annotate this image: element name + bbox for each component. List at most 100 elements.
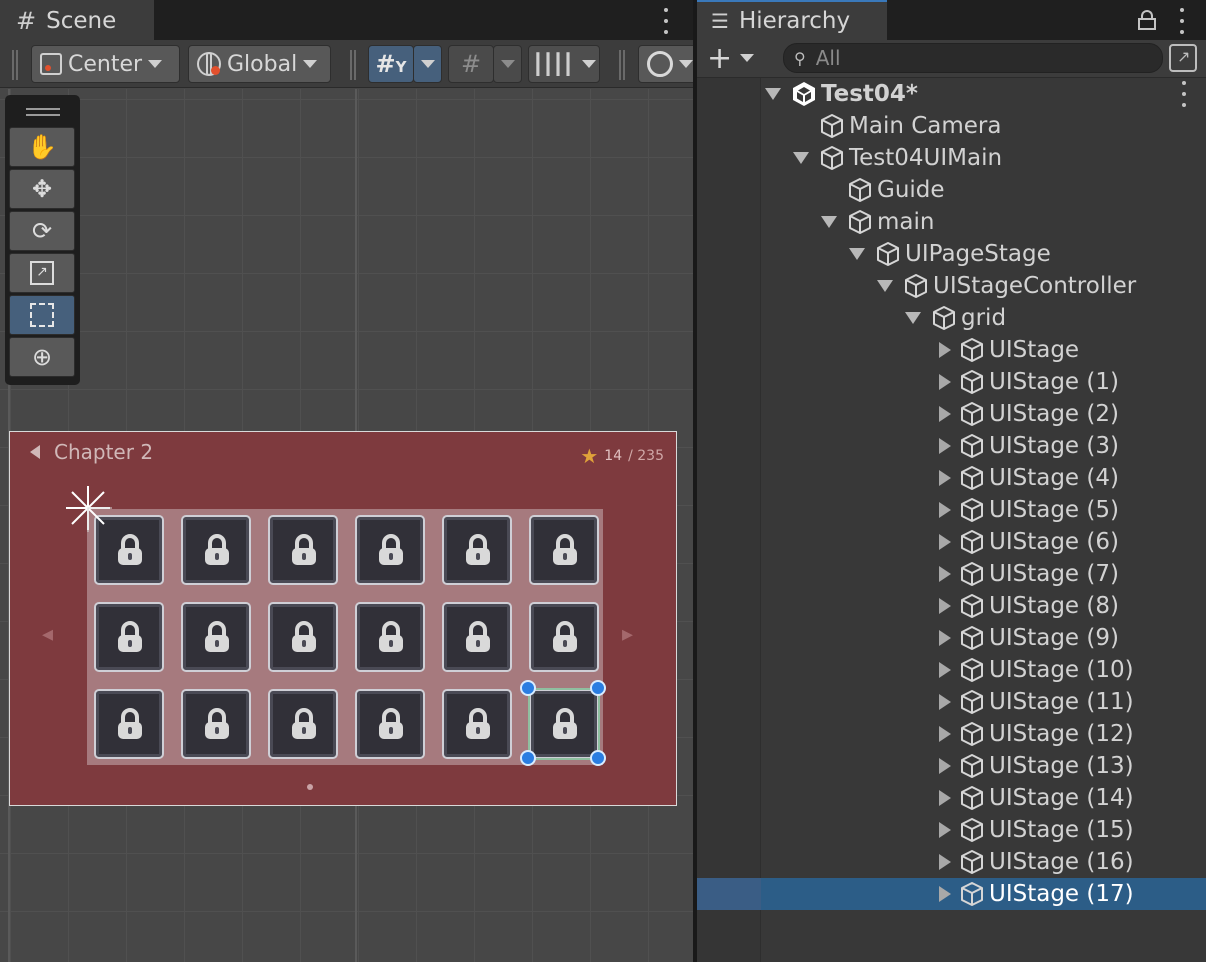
fold-closed-arrow-icon[interactable] [939,502,951,518]
resize-handle[interactable] [520,750,536,766]
back-arrow-icon[interactable] [30,445,40,459]
stage-cell[interactable] [181,689,251,759]
toolbar-grip-icon[interactable] [350,50,356,80]
stage-cell[interactable] [442,689,512,759]
fold-closed-arrow-icon[interactable] [939,822,951,838]
pivot-mode-dropdown[interactable]: Center [31,45,180,83]
hierarchy-row[interactable]: grid [697,302,1206,334]
hierarchy-tab-menu-icon[interactable] [1177,8,1187,34]
fold-closed-arrow-icon[interactable] [939,630,951,646]
increment-snap-dropdown[interactable] [493,45,522,83]
stage-cell[interactable] [529,602,599,672]
hand-tool-button[interactable]: ✋ [9,127,75,167]
hierarchy-row[interactable]: UIStage (10) [697,654,1206,686]
fold-closed-arrow-icon[interactable] [939,438,951,454]
stage-cell[interactable] [442,515,512,585]
search-box[interactable]: ⚲ [783,43,1163,73]
hierarchy-row[interactable]: UIStage (2) [697,398,1206,430]
scene-menu-icon[interactable] [1179,81,1189,107]
scene-visibility-icon[interactable]: ↗ [1169,44,1197,72]
hierarchy-row[interactable]: Guide [697,174,1206,206]
scene-viewport[interactable]: Chapter 2 ★ 14 / 235 ◂ ▸ ✋ ✥ ⟳ ↗ ⊕ [0,89,693,962]
fold-closed-arrow-icon[interactable] [939,374,951,390]
hierarchy-row[interactable]: UIStage (12) [697,718,1206,750]
hierarchy-row[interactable]: UIStage (1) [697,366,1206,398]
transform-tool-button[interactable]: ⊕ [9,337,75,377]
resize-handle[interactable] [590,680,606,696]
stage-cell[interactable] [181,515,251,585]
toolbar-grip-icon[interactable] [12,50,18,80]
hierarchy-row[interactable]: UIStage (13) [697,750,1206,782]
stage-cell[interactable] [529,515,599,585]
stage-cell[interactable] [355,515,425,585]
page-right-arrow-icon[interactable]: ▸ [622,622,633,647]
fold-closed-arrow-icon[interactable] [939,534,951,550]
fold-closed-arrow-icon[interactable] [939,886,951,902]
hierarchy-row[interactable]: UIStageController [697,270,1206,302]
hierarchy-tab[interactable]: ☰ Hierarchy [697,0,887,40]
grid-snap-toggle[interactable]: #Y [368,45,414,83]
fold-closed-arrow-icon[interactable] [939,342,951,358]
scene-tab[interactable]: # Scene [0,0,154,40]
lock-icon[interactable] [1138,10,1156,30]
rotate-tool-button[interactable]: ⟳ [9,211,75,251]
fold-closed-arrow-icon[interactable] [939,790,951,806]
fold-open-arrow-icon[interactable] [793,152,809,164]
stage-cell[interactable] [442,602,512,672]
fold-open-arrow-icon[interactable] [877,280,893,292]
search-input[interactable] [815,46,1136,70]
create-dropdown-button[interactable]: + [707,41,755,76]
hierarchy-row[interactable]: UIStage (6) [697,526,1206,558]
hierarchy-row[interactable]: main [697,206,1206,238]
fold-closed-arrow-icon[interactable] [939,598,951,614]
fold-open-arrow-icon[interactable] [821,216,837,228]
hierarchy-row[interactable]: UIStage (14) [697,782,1206,814]
grid-snap-dropdown[interactable] [413,45,442,83]
fold-open-arrow-icon[interactable] [765,88,781,100]
toolbar-grip-icon[interactable] [619,50,625,80]
hierarchy-row[interactable]: UIStage (3) [697,430,1206,462]
fold-open-arrow-icon[interactable] [849,248,865,260]
page-left-arrow-icon[interactable]: ◂ [42,622,53,647]
stage-cell[interactable] [181,602,251,672]
hierarchy-row[interactable]: UIStage (17) [697,878,1206,910]
hierarchy-row[interactable]: UIStage (4) [697,462,1206,494]
move-tool-button[interactable]: ✥ [9,169,75,209]
scene-tab-menu-icon[interactable] [661,8,671,34]
hierarchy-row[interactable]: UIStage (8) [697,590,1206,622]
pivot-gizmo-icon[interactable] [64,484,112,532]
resize-handle[interactable] [590,750,606,766]
fold-closed-arrow-icon[interactable] [939,758,951,774]
hierarchy-row[interactable]: UIStage (11) [697,686,1206,718]
fold-closed-arrow-icon[interactable] [939,662,951,678]
fold-closed-arrow-icon[interactable] [939,566,951,582]
ruler-dropdown[interactable]: ┃┃┃┃ [528,45,600,83]
hierarchy-row[interactable]: Test04UIMain [697,142,1206,174]
hierarchy-row[interactable]: UIStage (5) [697,494,1206,526]
palette-drag-handle-icon[interactable] [9,99,76,125]
hierarchy-row[interactable]: UIStage [697,334,1206,366]
stage-cell[interactable] [355,602,425,672]
rect-tool-button[interactable] [9,295,75,335]
stage-cell[interactable] [268,515,338,585]
rect-selection-frame[interactable] [528,688,600,760]
fold-closed-arrow-icon[interactable] [939,694,951,710]
hierarchy-row[interactable]: UIPageStage [697,238,1206,270]
hierarchy-row[interactable]: UIStage (7) [697,558,1206,590]
pivot-rotation-dropdown[interactable]: Global [188,45,331,83]
stage-cell[interactable] [268,602,338,672]
hierarchy-row[interactable]: Main Camera [697,110,1206,142]
hierarchy-row[interactable]: UIStage (9) [697,622,1206,654]
shading-mode-dropdown[interactable] [638,45,693,83]
fold-closed-arrow-icon[interactable] [939,726,951,742]
increment-snap-toggle[interactable]: # [448,45,494,83]
stage-cell[interactable] [94,689,164,759]
fold-closed-arrow-icon[interactable] [939,854,951,870]
hierarchy-row[interactable]: UIStage (15) [697,814,1206,846]
fold-closed-arrow-icon[interactable] [939,470,951,486]
stage-cell[interactable] [355,689,425,759]
fold-open-arrow-icon[interactable] [905,312,921,324]
scale-tool-button[interactable]: ↗ [9,253,75,293]
fold-closed-arrow-icon[interactable] [939,406,951,422]
scene-root-row[interactable]: Test04* [697,78,1206,110]
